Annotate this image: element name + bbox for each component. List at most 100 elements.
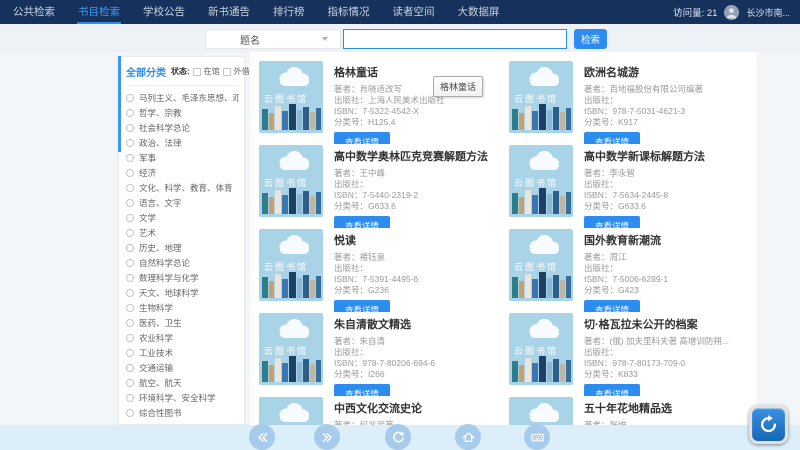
book-isbn: ISBN：7-5322-4542-X — [334, 106, 445, 117]
nav-item-1[interactable]: 公共检索 — [12, 0, 56, 24]
category-label: 文学 — [139, 212, 156, 224]
category-item[interactable]: 生物科学 — [126, 300, 239, 315]
svg-text:云图书馆: 云图书馆 — [514, 345, 558, 356]
category-label: 哲学、宗教 — [139, 107, 182, 119]
radio-icon — [126, 379, 134, 387]
category-item[interactable]: 工业技术 — [126, 345, 239, 360]
rewind-button[interactable] — [249, 424, 275, 450]
book-author: 著者：王中峰 — [334, 168, 488, 179]
book-card: 云图书馆 朱自清散文精选 著者：朱自清 出版社： ISBN：978-7-8020… — [258, 312, 501, 396]
book-author: 著者：周江 — [584, 252, 668, 263]
book-publisher: 出版社： — [584, 95, 703, 106]
category-item[interactable]: 语言、文字 — [126, 195, 239, 210]
category-sidebar: 全部分类 状态: 在馆 外借 马列主义、毛泽东思想、邓小平理论 哲学、宗教 社会… — [118, 56, 245, 425]
nav-item-8[interactable]: 大数据屏 — [457, 0, 501, 24]
svg-text:云图书馆: 云图书馆 — [264, 177, 308, 188]
keyboard-button[interactable] — [524, 424, 550, 450]
book-cover-image: 云图书馆 — [509, 61, 573, 133]
nav-item-5[interactable]: 排行榜 — [272, 0, 306, 24]
book-title[interactable]: 欧洲名城游 — [584, 64, 703, 80]
category-item[interactable]: 环境科学、安全科学 — [126, 390, 239, 405]
radio-icon — [126, 154, 134, 162]
nav-item-7[interactable]: 读者空间 — [392, 0, 436, 24]
book-title[interactable]: 切·格瓦拉未公开的档案 — [584, 316, 729, 332]
checkbox-in-library[interactable] — [193, 68, 201, 76]
search-input[interactable] — [343, 29, 567, 49]
svg-text:云图书馆: 云图书馆 — [264, 345, 308, 356]
category-label: 生物科学 — [139, 302, 173, 314]
book-publisher: 出版社： — [584, 263, 668, 274]
checkbox-on-loan[interactable] — [223, 68, 231, 76]
user-name[interactable]: 长沙市南... — [746, 6, 790, 19]
category-item[interactable]: 哲学、宗教 — [126, 105, 239, 120]
top-navbar-items: 公共检索书目检索学校公告新书通告排行榜指标情况读者空间大数据屏 — [12, 0, 501, 24]
radio-icon — [126, 199, 134, 207]
book-title[interactable]: 悦读 — [334, 232, 418, 248]
refresh-icon — [758, 414, 779, 435]
book-title[interactable]: 国外教育新潮流 — [584, 232, 668, 248]
checkbox-in-library-label: 在馆 — [204, 66, 220, 77]
svg-text:云图书馆: 云图书馆 — [514, 93, 558, 104]
book-card: 云图书馆 国外教育新潮流 著者：周江 出版社： ISBN：7-5006-6289… — [508, 228, 751, 312]
radio-icon — [126, 124, 134, 132]
category-item[interactable]: 天文、地球科学 — [126, 285, 239, 300]
book-card-grid: 云图书馆 格林童话 著者：肖晓适改写 出版社：上海人民美术出版社 ISBN：7-… — [258, 60, 751, 425]
radio-icon — [126, 259, 134, 267]
user-avatar-icon[interactable] — [724, 5, 739, 20]
category-item[interactable]: 农业科学 — [126, 330, 239, 345]
category-item[interactable]: 历史、地理 — [126, 240, 239, 255]
book-title[interactable]: 五十年花地精品选 — [584, 400, 685, 416]
book-cover-image: 云图书馆 — [259, 61, 323, 133]
category-item[interactable]: 综合性图书 — [126, 405, 239, 420]
category-item[interactable]: 经济 — [126, 165, 239, 180]
category-label: 马列主义、毛泽东思想、邓小平理论 — [139, 92, 239, 104]
home-button[interactable] — [455, 424, 481, 450]
chevron-down-icon — [322, 37, 328, 41]
category-item[interactable]: 马列主义、毛泽东思想、邓小平理论 — [126, 90, 239, 105]
radio-icon — [126, 304, 134, 312]
home-icon — [461, 430, 476, 445]
refresh-button[interactable] — [385, 424, 411, 450]
book-isbn: ISBN：7-5391-4495-6 — [334, 274, 418, 285]
category-item[interactable]: 艺术 — [126, 225, 239, 240]
book-title[interactable]: 中西文化交流史论 — [334, 400, 435, 416]
book-cover-image: 云图书馆 — [259, 229, 323, 301]
book-isbn: ISBN：978-7-5031-4621-3 — [584, 106, 703, 117]
radio-icon — [126, 169, 134, 177]
category-item[interactable]: 社会科学总论 — [126, 120, 239, 135]
search-button[interactable]: 检索 — [574, 29, 607, 49]
floating-refresh-button[interactable] — [749, 405, 788, 444]
category-item[interactable]: 航空、航天 — [126, 375, 239, 390]
category-item[interactable]: 政治、法律 — [126, 135, 239, 150]
book-cover-image: 云图书馆 — [259, 145, 323, 217]
book-isbn: ISBN：7-5634-2445-8 — [584, 190, 705, 201]
nav-item-4[interactable]: 新书通告 — [207, 0, 251, 24]
book-title[interactable]: 高中数学新课标解题方法 — [584, 148, 705, 164]
nav-item-6[interactable]: 指标情况 — [327, 0, 371, 24]
search-field-select[interactable]: 题名 — [205, 29, 341, 49]
category-item[interactable]: 文学 — [126, 210, 239, 225]
nav-item-2[interactable]: 书目检索 — [77, 0, 121, 24]
bottom-toolbar — [0, 425, 800, 450]
category-item[interactable]: 交通运输 — [126, 360, 239, 375]
sidebar-scroll-indicator[interactable] — [118, 56, 121, 152]
svg-text:云图书馆: 云图书馆 — [264, 93, 308, 104]
category-item[interactable]: 数理科学与化学 — [126, 270, 239, 285]
book-title[interactable]: 格林童话 — [334, 64, 445, 80]
fast-forward-button[interactable] — [314, 424, 340, 450]
category-label: 数理科学与化学 — [139, 272, 199, 284]
book-publisher: 出版社： — [334, 179, 488, 190]
book-card: 云图书馆 格林童话 著者：肖晓适改写 出版社：上海人民美术出版社 ISBN：7-… — [258, 60, 501, 144]
category-item[interactable]: 文化、科学、教育、体育 — [126, 180, 239, 195]
nav-item-3[interactable]: 学校公告 — [142, 0, 186, 24]
book-title[interactable]: 朱自清散文精选 — [334, 316, 435, 332]
book-cover-image: 云图书馆 — [509, 397, 573, 425]
category-item[interactable]: 自然科学总论 — [126, 255, 239, 270]
radio-icon — [126, 274, 134, 282]
fast-forward-icon — [320, 430, 335, 445]
book-publisher: 出版社：上海人民美术出版社 — [334, 95, 445, 106]
category-item[interactable]: 军事 — [126, 150, 239, 165]
book-author: 著者：朱自清 — [334, 336, 435, 347]
category-item[interactable]: 医药、卫生 — [126, 315, 239, 330]
book-title[interactable]: 高中数学奥林匹克竞赛解题方法 — [334, 148, 488, 164]
